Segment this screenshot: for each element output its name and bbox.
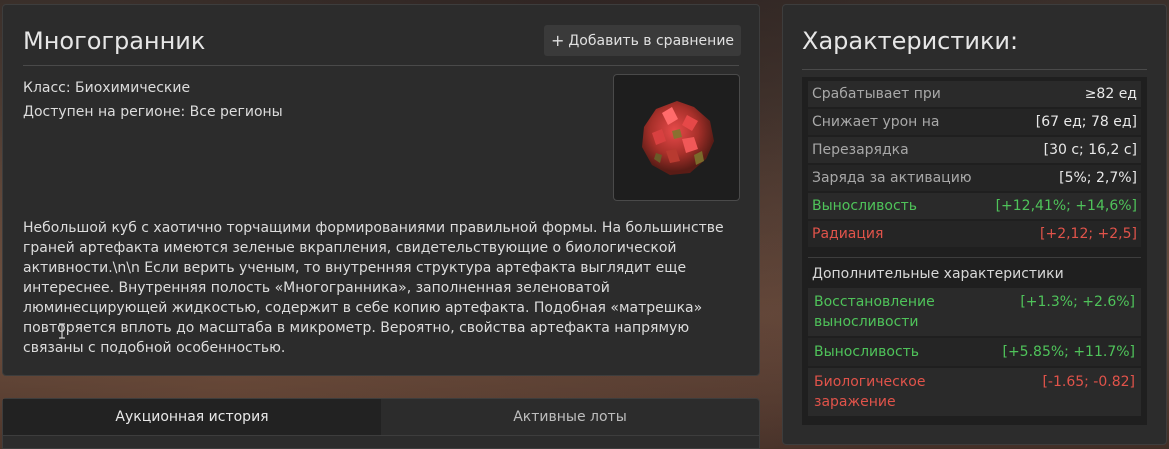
artifact-class: Класс: Биохимические (23, 80, 191, 96)
stat-value: [+12,41%; +14,6%] (995, 198, 1137, 214)
stat-label: Срабатывает при (812, 86, 941, 102)
stat-row: Заряда за активацию [5%; 2,7%] (808, 165, 1141, 191)
stat-value: ≥82 ед (1084, 86, 1137, 102)
extra-stat-value: [-1.65; -0.82] (1042, 374, 1135, 390)
artifact-image (613, 74, 740, 201)
characteristics-divider (802, 69, 1147, 70)
text-cursor-icon (59, 323, 65, 339)
stat-label: Выносливость (812, 198, 918, 214)
stat-row: Снижает урон на [67 ед; 78 ед] (808, 109, 1141, 135)
extra-stat-value: [+5.85%; +11.7%] (1002, 344, 1135, 360)
stat-label: Перезарядка (812, 142, 909, 158)
plus-icon: + (550, 31, 565, 50)
stat-value: [+2,12; +2,5] (1040, 226, 1137, 242)
stat-value: [67 ед; 78 ед] (1035, 114, 1137, 130)
extra-stats-title: Дополнительные характеристики (812, 266, 1064, 282)
artifact-region: Доступен на регионе: Все регионы (23, 104, 283, 120)
extra-stat-label: Биологическое заражение (814, 374, 926, 410)
extra-stat-row: Восстановление выносливости [+1.3%; +2.6… (808, 288, 1141, 336)
stat-value: [30 с; 16,2 с] (1043, 142, 1137, 158)
stats-table: Срабатывает при ≥82 ед Снижает урон на [… (802, 77, 1147, 425)
extra-stat-label: Восстановление выносливости (814, 294, 935, 330)
artifact-render (641, 100, 714, 175)
extra-stat-row: Выносливость [+5.85%; +11.7%] (808, 338, 1141, 366)
characteristics-panel: Характеристики: Срабатывает при ≥82 ед С… (782, 4, 1167, 445)
extra-stat-value: [+1.3%; +2.6%] (1020, 294, 1135, 310)
add-to-compare-button[interactable]: + Добавить в сравнение (544, 25, 741, 56)
tab-auction-history[interactable]: Аукционная история (3, 399, 381, 435)
stat-label: Радиация (812, 226, 884, 242)
stat-row: Радиация [+2,12; +2,5] (808, 221, 1141, 247)
stat-row: Срабатывает при ≥82 ед (808, 81, 1141, 107)
stat-label: Заряда за активацию (812, 170, 972, 186)
artifact-description: Небольшой куб с хаотично торчащими форми… (23, 220, 724, 356)
tabs-divider (3, 435, 759, 436)
add-to-compare-label: Добавить в сравнение (568, 32, 735, 49)
extra-stat-label: Выносливость (814, 344, 920, 360)
stat-row: Выносливость [+12,41%; +14,6%] (808, 193, 1141, 219)
stat-value: [5%; 2,7%] (1059, 170, 1137, 186)
stat-label: Снижает урон на (812, 114, 940, 130)
history-tabs: Аукционная история Активные лоты (2, 398, 760, 449)
page-title: Многогранник (23, 27, 206, 55)
tab-active-lots[interactable]: Активные лоты (381, 399, 759, 435)
stats-separator (808, 257, 1141, 258)
artifact-panel: Многогранник + Добавить в сравнение Клас… (2, 4, 760, 376)
stat-row: Перезарядка [30 с; 16,2 с] (808, 137, 1141, 163)
characteristics-title: Характеристики: (802, 27, 1019, 55)
title-divider (23, 65, 739, 66)
extra-stat-row: Биологическое заражение [-1.65; -0.82] (808, 368, 1141, 416)
